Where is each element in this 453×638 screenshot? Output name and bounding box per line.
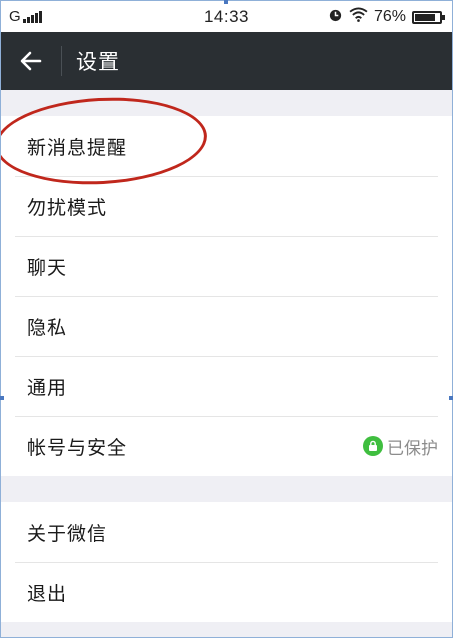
settings-item-notifications[interactable]: 新消息提醒	[1, 116, 452, 176]
header-divider	[61, 46, 62, 76]
settings-item-label: 隐私	[27, 316, 68, 339]
settings-list: 新消息提醒 勿扰模式 聊天 隐私 通用 帐号与安全 已保护 关于微信 退出	[1, 90, 452, 622]
battery-percent: 76%	[373, 8, 406, 25]
resize-handle[interactable]	[0, 396, 4, 400]
status-bar: G 14:33 76%	[1, 1, 452, 32]
settings-item-privacy[interactable]: 隐私	[1, 296, 452, 356]
resize-handle[interactable]	[224, 0, 228, 4]
settings-item-about[interactable]: 关于微信	[1, 502, 452, 562]
alarm-icon	[328, 7, 343, 27]
settings-item-chat[interactable]: 聊天	[1, 236, 452, 296]
settings-item-label: 帐号与安全	[27, 436, 128, 459]
settings-item-label: 关于微信	[27, 522, 108, 545]
settings-item-label: 聊天	[27, 256, 68, 279]
settings-item-account-security[interactable]: 帐号与安全 已保护	[1, 416, 452, 476]
phone-screen: G 14:33 76% 设置 新消息提醒 勿扰模式 聊天 隐私 通用 帐号与安全…	[0, 0, 453, 638]
settings-item-general[interactable]: 通用	[1, 356, 452, 416]
settings-item-logout[interactable]: 退出	[1, 562, 452, 622]
settings-group-main: 新消息提醒 勿扰模式 聊天 隐私 通用 帐号与安全 已保护	[1, 116, 452, 476]
settings-item-label: 勿扰模式	[27, 196, 108, 219]
protection-status: 已保护	[363, 434, 438, 459]
back-button[interactable]	[1, 32, 61, 90]
settings-item-label: 新消息提醒	[27, 136, 128, 159]
app-header: 设置	[1, 32, 452, 90]
page-title: 设置	[76, 50, 120, 74]
settings-item-do-not-disturb[interactable]: 勿扰模式	[1, 176, 452, 236]
wifi-icon	[349, 7, 368, 27]
battery-icon	[412, 10, 445, 24]
settings-item-label: 通用	[27, 376, 68, 399]
settings-group-secondary: 关于微信 退出	[1, 502, 452, 622]
settings-item-label: 退出	[27, 582, 68, 605]
status-icons: 76%	[322, 7, 445, 27]
lock-icon	[363, 436, 383, 456]
arrow-left-icon	[20, 51, 42, 71]
protection-status-text: 已保护	[387, 438, 438, 459]
resize-handle[interactable]	[449, 396, 453, 400]
